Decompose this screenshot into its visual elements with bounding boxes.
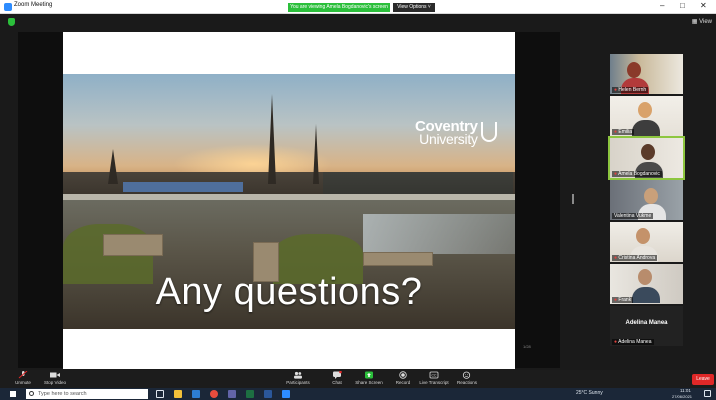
meeting-toolbar: Unmute Stop Video Participants Chat Shar… <box>0 370 716 388</box>
university-crest-icon <box>481 122 497 142</box>
leave-meeting-button[interactable]: Leave <box>692 374 714 385</box>
view-options-button[interactable]: View Options ˅ <box>393 3 435 12</box>
notifications-icon[interactable] <box>704 390 711 397</box>
unmute-label: Unmute <box>15 380 31 385</box>
share-screen-icon <box>365 371 373 379</box>
chat-bubble-icon <box>333 371 342 379</box>
search-icon <box>29 391 34 396</box>
participant-tile[interactable]: ● Cristina Androva <box>610 222 683 262</box>
closed-caption-icon: CC <box>429 371 439 379</box>
task-view-icon[interactable] <box>156 390 164 398</box>
gallery-resize-handle[interactable] <box>572 194 574 204</box>
participant-name: Amela Bogdanovic <box>618 171 660 177</box>
taskbar-search-input[interactable]: Type here to search <box>26 389 148 399</box>
university-logo: Coventry University <box>415 119 478 147</box>
record-button[interactable]: Record <box>392 371 414 385</box>
word-icon[interactable] <box>264 390 272 398</box>
clock-time[interactable]: 11:01 <box>680 388 691 393</box>
clock-date[interactable]: 27/06/2021 <box>672 394 692 399</box>
slide-headline: Any questions? <box>155 271 423 313</box>
slide-counter: 1/28 <box>523 344 531 349</box>
participant-name: Cristina Androva <box>618 255 656 261</box>
share-screen-button[interactable]: Share Screen <box>354 371 384 385</box>
cathedral-spire <box>268 94 276 184</box>
zoom-taskbar-icon[interactable] <box>282 390 290 398</box>
windows-taskbar: Type here to search 25°C Sunny 11:01 27/… <box>0 388 716 400</box>
participant-name: Frank <box>618 297 632 303</box>
record-icon <box>399 371 407 379</box>
taskbar-search-placeholder: Type here to search <box>38 391 87 397</box>
smiley-plus-icon <box>462 371 471 379</box>
live-transcript-label: Live Transcript <box>419 380 449 385</box>
share-banner: You are viewing Amela Bogdanovic's scree… <box>288 3 390 12</box>
file-explorer-icon[interactable] <box>174 390 182 398</box>
security-shield-icon[interactable] <box>8 18 15 26</box>
weather-widget[interactable]: 25°C Sunny <box>576 390 603 396</box>
chat-button[interactable]: Chat <box>326 371 348 385</box>
stop-video-label: Stop Video <box>44 380 66 385</box>
participant-tile[interactable]: Valentina Vukme <box>610 180 683 220</box>
minimize-button[interactable]: – <box>660 1 664 10</box>
participants-button[interactable]: Participants <box>282 371 314 385</box>
participant-tile-active-speaker[interactable]: ● Amela Bogdanovic <box>608 136 685 180</box>
participant-tile[interactable]: ● Helen Bernh <box>610 54 683 94</box>
title-bar: Zoom Meeting You are viewing Amela Bogda… <box>0 0 716 14</box>
reactions-button[interactable]: Reactions <box>454 371 480 385</box>
chat-label: Chat <box>332 380 342 385</box>
participants-label: Participants <box>286 380 310 385</box>
zoom-logo-icon <box>4 3 12 11</box>
participant-tile[interactable]: ● Frank <box>610 264 683 304</box>
share-screen-label: Share Screen <box>355 380 383 385</box>
logo-line-2: University <box>419 131 478 147</box>
unmute-button[interactable]: Unmute <box>10 371 36 385</box>
close-button[interactable]: ✕ <box>700 1 707 10</box>
participants-icon <box>294 371 302 379</box>
participant-name: Adelina Manea <box>618 339 652 345</box>
edge-browser-icon[interactable] <box>192 390 200 398</box>
presentation-slide: Coventry University Any questions? <box>63 32 515 369</box>
participant-tile[interactable]: ● Emilia <box>610 96 683 136</box>
video-camera-icon <box>50 372 60 378</box>
microphone-muted-icon <box>18 371 28 379</box>
participant-name: Helen Bernh <box>618 87 647 93</box>
participant-name: Valentina Vukme <box>614 213 652 219</box>
participant-tile-video-off[interactable]: Adelina Manea ● Adelina Manea <box>610 306 683 346</box>
record-label: Record <box>395 380 411 385</box>
participant-display-name: Adelina Manea <box>625 320 668 326</box>
svg-text:CC: CC <box>432 374 437 378</box>
live-transcript-button[interactable]: CC Live Transcript <box>418 371 450 385</box>
participant-name: Emilia <box>618 129 633 135</box>
slide-photo: Coventry University Any questions? <box>63 74 515 329</box>
maximize-button[interactable]: □ <box>680 1 685 10</box>
excel-icon[interactable] <box>246 390 254 398</box>
chrome-browser-icon[interactable] <box>210 390 218 398</box>
reactions-label: Reactions <box>456 380 477 385</box>
windows-start-icon[interactable] <box>10 391 16 397</box>
window-title: Zoom Meeting <box>14 2 53 8</box>
view-button[interactable]: ▦ View <box>692 18 712 25</box>
stop-video-button[interactable]: Stop Video <box>40 371 70 385</box>
teams-icon[interactable] <box>228 390 236 398</box>
